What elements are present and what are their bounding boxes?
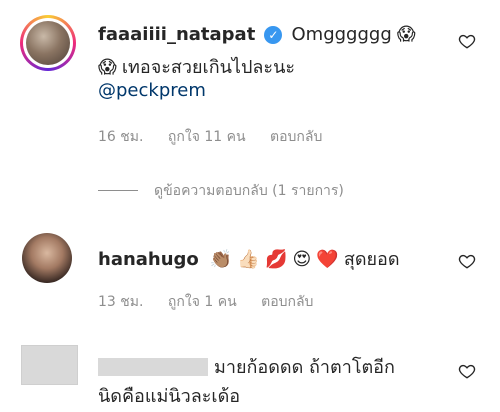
comment-text: สุดยอด — [343, 249, 400, 270]
face-screaming-emoji: 😱 — [98, 57, 117, 78]
comment-meta: 16 ชม. ถูกใจ 11 คน ตอบกลับ — [98, 126, 342, 148]
avatar — [26, 21, 70, 65]
avatar[interactable] — [22, 233, 72, 283]
username-redacted — [98, 358, 208, 376]
mention-link[interactable]: @peckprem — [98, 80, 206, 101]
face-screaming-emoji: 😱 — [396, 24, 416, 45]
comment-likes[interactable]: ถูกใจ 1 คน — [168, 294, 237, 310]
comment-text: นิดคือแม่นิวละเด้อ — [98, 386, 241, 407]
username[interactable]: hanahugo — [98, 249, 199, 270]
avatar-ring-gap — [23, 18, 73, 68]
replies-divider — [98, 190, 138, 191]
comment-time[interactable]: 13 ชม. — [98, 294, 143, 310]
view-replies-button[interactable]: ดูข้อความตอบกลับ (1 รายการ) — [98, 180, 344, 202]
comment-time[interactable]: 16 ชม. — [98, 129, 143, 145]
comment-line: 😱 เทอจะสวยเกินไปละนะ — [98, 52, 295, 81]
kiss-mark-emoji: 💋 — [264, 249, 288, 270]
avatar-story-ring[interactable] — [20, 15, 76, 71]
heart-eyes-emoji: 😍 — [292, 249, 312, 270]
comment-line: @peckprem — [98, 80, 206, 101]
username[interactable]: faaaiiii_natapat — [98, 24, 255, 45]
verified-badge-icon: ✓ — [264, 26, 283, 44]
comment-line: มายก้อดดด ถ้าตาโตอีก — [98, 352, 395, 381]
avatar-redacted — [21, 345, 78, 385]
reply-button[interactable]: ตอบกลับ — [270, 129, 322, 145]
comment-text: เทอจะสวยเกินไปละนะ — [121, 57, 296, 78]
view-replies-label: ดูข้อความตอบกลับ (1 รายการ) — [154, 183, 344, 199]
clapping-hands-emoji: 👏🏽 — [209, 249, 233, 270]
comment-text: Omgggggg — [291, 24, 392, 45]
reply-button[interactable]: ตอบกลับ — [261, 294, 313, 310]
heart-outline-icon[interactable] — [458, 32, 476, 50]
comment-line: นิดคือแม่นิวละเด้อ — [98, 381, 240, 410]
heart-outline-icon[interactable] — [458, 362, 476, 380]
comment-line: hanahugo 👏🏽 👍🏻 💋 😍 ❤️ สุดยอด — [98, 244, 400, 273]
comment-line: faaaiiii_natapat ✓ Omgggggg 😱 — [98, 24, 416, 45]
thumbs-up-emoji: 👍🏻 — [237, 249, 260, 270]
red-heart-emoji: ❤️ — [316, 249, 339, 270]
comment-likes[interactable]: ถูกใจ 11 คน — [168, 129, 246, 145]
comment-meta: 13 ชม. ถูกใจ 1 คน ตอบกลับ — [98, 291, 333, 313]
comment-text: มายก้อดดด ถ้าตาโตอีก — [214, 357, 395, 378]
heart-outline-icon[interactable] — [458, 252, 476, 270]
